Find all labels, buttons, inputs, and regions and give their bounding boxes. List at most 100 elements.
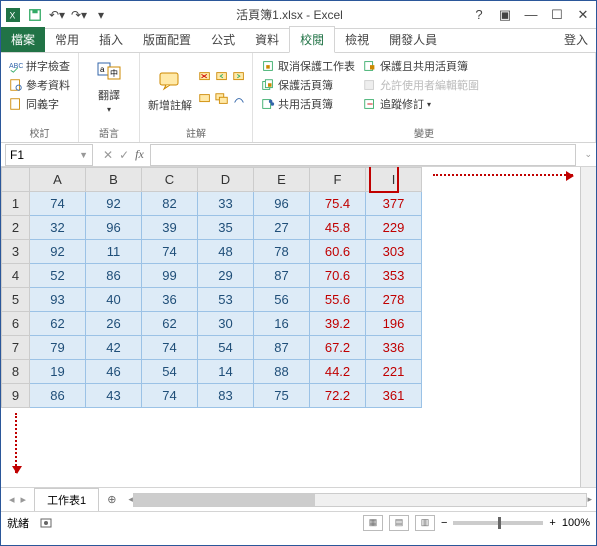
cell[interactable]: 74: [30, 192, 86, 216]
view-normal-icon[interactable]: ▦: [363, 515, 383, 531]
tab-view[interactable]: 檢視: [335, 27, 379, 52]
cell[interactable]: 35: [198, 216, 254, 240]
tab-insert[interactable]: 插入: [89, 27, 133, 52]
unprotect-sheet-button[interactable]: 取消保護工作表: [259, 57, 357, 75]
thesaurus-button[interactable]: 同義字: [7, 95, 72, 113]
cell[interactable]: 45.8: [310, 216, 366, 240]
name-box[interactable]: F1▼: [5, 144, 93, 166]
cell[interactable]: 54: [142, 360, 198, 384]
cell[interactable]: 14: [198, 360, 254, 384]
cell[interactable]: 96: [254, 192, 310, 216]
cell[interactable]: 56: [254, 288, 310, 312]
redo-icon[interactable]: ↷▾: [71, 7, 87, 23]
column-header[interactable]: F: [310, 168, 366, 192]
cell[interactable]: 87: [254, 264, 310, 288]
row-header[interactable]: 1: [2, 192, 30, 216]
cell[interactable]: 361: [366, 384, 422, 408]
cell[interactable]: 52: [30, 264, 86, 288]
tab-review[interactable]: 校閱: [289, 26, 335, 53]
cell[interactable]: 229: [366, 216, 422, 240]
cell[interactable]: 79: [30, 336, 86, 360]
save-icon[interactable]: [27, 7, 43, 23]
cell[interactable]: 86: [86, 264, 142, 288]
translate-button[interactable]: a中 翻譯▾: [85, 57, 133, 114]
cell[interactable]: 30: [198, 312, 254, 336]
row-header[interactable]: 6: [2, 312, 30, 336]
expand-formula-icon[interactable]: ⌄: [580, 149, 596, 160]
cell[interactable]: 278: [366, 288, 422, 312]
row-header[interactable]: 7: [2, 336, 30, 360]
cell[interactable]: 353: [366, 264, 422, 288]
select-all-cell[interactable]: [2, 168, 30, 192]
cell[interactable]: 67.2: [310, 336, 366, 360]
fx-icon[interactable]: fx: [135, 147, 144, 162]
tab-home[interactable]: 常用: [45, 27, 89, 52]
cell[interactable]: 196: [366, 312, 422, 336]
cell[interactable]: 78: [254, 240, 310, 264]
cell[interactable]: 33: [198, 192, 254, 216]
cell[interactable]: 32: [30, 216, 86, 240]
minimize-icon[interactable]: —: [522, 7, 540, 22]
sheet-prev-icon[interactable]: ◂: [9, 493, 15, 506]
cell[interactable]: 86: [30, 384, 86, 408]
share-workbook-button[interactable]: 共用活頁簿: [259, 95, 357, 113]
zoom-out-icon[interactable]: −: [441, 517, 447, 529]
cell[interactable]: 75.4: [310, 192, 366, 216]
zoom-in-icon[interactable]: +: [549, 517, 555, 529]
view-break-icon[interactable]: ▥: [415, 515, 435, 531]
cell[interactable]: 92: [30, 240, 86, 264]
row-header[interactable]: 9: [2, 384, 30, 408]
row-header[interactable]: 3: [2, 240, 30, 264]
cell[interactable]: 53: [198, 288, 254, 312]
new-sheet-icon[interactable]: ⊕: [99, 493, 124, 506]
cell[interactable]: 29: [198, 264, 254, 288]
reference-button[interactable]: 參考資料: [7, 76, 72, 94]
show-all-comments-icon[interactable]: [215, 92, 229, 111]
formula-bar[interactable]: [150, 144, 577, 166]
worksheet-grid[interactable]: ABCDEFI1749282339675.43772329639352745.8…: [1, 167, 596, 487]
cell[interactable]: 39.2: [310, 312, 366, 336]
tab-layout[interactable]: 版面配置: [133, 27, 201, 52]
track-changes-button[interactable]: 追蹤修訂▾: [361, 95, 481, 113]
column-header[interactable]: I: [366, 168, 422, 192]
cell[interactable]: 74: [142, 384, 198, 408]
column-header[interactable]: C: [142, 168, 198, 192]
cell[interactable]: 96: [86, 216, 142, 240]
cell[interactable]: 54: [198, 336, 254, 360]
row-header[interactable]: 2: [2, 216, 30, 240]
cell[interactable]: 43: [86, 384, 142, 408]
cell[interactable]: 87: [254, 336, 310, 360]
cell[interactable]: 74: [142, 336, 198, 360]
cell[interactable]: 72.2: [310, 384, 366, 408]
cell[interactable]: 336: [366, 336, 422, 360]
prev-comment-icon[interactable]: [215, 70, 229, 89]
chevron-down-icon[interactable]: ▼: [79, 150, 88, 160]
cell[interactable]: 16: [254, 312, 310, 336]
next-comment-icon[interactable]: [232, 70, 246, 89]
column-header[interactable]: B: [86, 168, 142, 192]
row-header[interactable]: 4: [2, 264, 30, 288]
cell[interactable]: 11: [86, 240, 142, 264]
cell[interactable]: 82: [142, 192, 198, 216]
new-comment-button[interactable]: 新增註解: [146, 57, 194, 123]
spellcheck-button[interactable]: ABC拼字檢查: [7, 57, 72, 75]
tab-file[interactable]: 檔案: [1, 27, 45, 52]
protect-workbook-button[interactable]: 保護活頁簿: [259, 76, 357, 94]
cell[interactable]: 27: [254, 216, 310, 240]
delete-comment-icon[interactable]: [198, 70, 212, 89]
column-header[interactable]: E: [254, 168, 310, 192]
zoom-slider[interactable]: [453, 521, 543, 525]
cell[interactable]: 221: [366, 360, 422, 384]
cell[interactable]: 99: [142, 264, 198, 288]
cell[interactable]: 46: [86, 360, 142, 384]
sheet-next-icon[interactable]: ▸: [21, 493, 27, 506]
show-ink-icon[interactable]: [232, 92, 246, 111]
protect-share-button[interactable]: 保護且共用活頁簿: [361, 57, 481, 75]
cell[interactable]: 39: [142, 216, 198, 240]
cell[interactable]: 36: [142, 288, 198, 312]
tab-data[interactable]: 資料: [245, 27, 289, 52]
cell[interactable]: 75: [254, 384, 310, 408]
cell[interactable]: 26: [86, 312, 142, 336]
macro-record-icon[interactable]: [39, 516, 53, 530]
sheet-tab[interactable]: 工作表1: [34, 488, 99, 511]
